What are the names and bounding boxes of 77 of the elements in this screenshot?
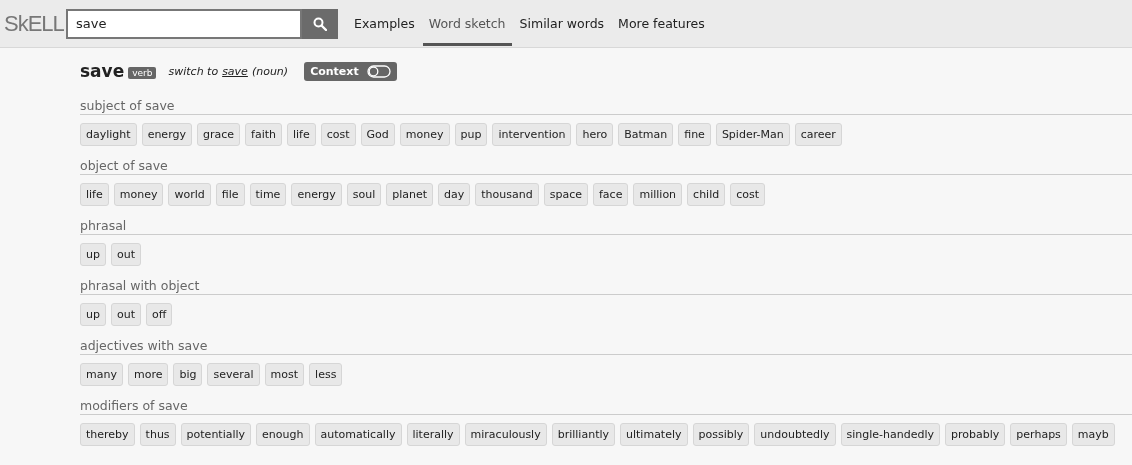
word-chip[interactable]: most <box>264 363 305 386</box>
word-chip[interactable]: potentially <box>180 423 252 446</box>
word-chip[interactable]: money <box>113 183 164 206</box>
word-chip[interactable]: enough <box>256 423 310 446</box>
nav-tab[interactable]: Similar words <box>513 1 611 46</box>
part-of-speech-text: (noun) <box>251 64 289 78</box>
word-chip[interactable]: cost <box>730 183 766 206</box>
word-chip[interactable]: ultimately <box>620 423 688 446</box>
word-chip[interactable]: face <box>593 183 629 206</box>
search-icon <box>313 16 327 31</box>
nav-tab[interactable]: Word sketch <box>422 1 512 46</box>
section-heading: subject of save <box>80 96 1132 115</box>
switch-text: switch to <box>168 64 219 78</box>
word-chip[interactable]: fine <box>678 123 711 146</box>
word-chip[interactable]: undoubtedly <box>754 423 836 446</box>
word-chip[interactable]: possibly <box>692 423 750 446</box>
word-chip[interactable]: soul <box>346 183 382 206</box>
word-chip[interactable]: literally <box>406 423 460 446</box>
word-chip[interactable]: single-handedly <box>840 423 941 446</box>
word-chip[interactable]: life <box>80 183 109 206</box>
word-chip[interactable]: career <box>794 123 842 146</box>
switch-link[interactable]: save <box>222 64 248 78</box>
word-chip[interactable]: probably <box>945 423 1006 446</box>
section-heading: phrasal with object <box>80 276 1132 295</box>
word-chip[interactable]: thus <box>139 423 176 446</box>
word-chip[interactable]: planet <box>386 183 434 206</box>
context-toggle[interactable]: Context <box>304 61 397 81</box>
word-chip[interactable]: Batman <box>618 123 674 146</box>
word-chip[interactable]: big <box>173 363 203 386</box>
word-chip[interactable]: thousand <box>475 183 539 206</box>
search-field[interactable]: save <box>66 8 302 39</box>
word-chip[interactable]: several <box>207 363 260 386</box>
word-chip[interactable]: pup <box>454 123 488 146</box>
word-chip[interactable]: cost <box>320 123 356 146</box>
word-chip[interactable]: space <box>543 183 588 206</box>
word-chip[interactable]: energy <box>291 183 342 206</box>
word-chip[interactable]: automatically <box>314 423 402 446</box>
word-chip[interactable]: money <box>399 123 450 146</box>
section-heading: phrasal <box>80 216 1132 235</box>
word-chip[interactable]: million <box>633 183 683 206</box>
word-chip[interactable]: thereby <box>80 423 135 446</box>
word-chip[interactable]: many <box>80 363 123 386</box>
word-chip[interactable]: miraculously <box>464 423 547 446</box>
word-chip[interactable]: out <box>110 303 141 326</box>
nav-tab[interactable]: Examples <box>348 1 421 46</box>
word-chip[interactable]: out <box>110 243 141 266</box>
pos-badge: verb <box>128 66 157 79</box>
word-chip[interactable]: Spider-Man <box>715 123 790 146</box>
word-chip[interactable]: time <box>249 183 287 206</box>
word-chip[interactable]: off <box>146 303 173 326</box>
word-chip[interactable]: world <box>168 183 211 206</box>
word-chip[interactable]: less <box>309 363 343 386</box>
word-chip[interactable]: day <box>438 183 471 206</box>
headword: save <box>80 61 125 81</box>
word-chip[interactable]: brilliantly <box>551 423 615 446</box>
logo[interactable]: SkELL <box>4 10 66 37</box>
nav-tab[interactable]: More features <box>612 1 711 46</box>
word-chip[interactable]: hero <box>576 123 614 146</box>
word-chip[interactable]: intervention <box>492 123 572 146</box>
word-chip[interactable]: file <box>215 183 245 206</box>
word-chip[interactable]: grace <box>196 123 240 146</box>
word-chip[interactable]: up <box>80 243 106 266</box>
word-chip[interactable]: energy <box>141 123 192 146</box>
word-chip[interactable]: perhaps <box>1010 423 1067 446</box>
word-chip[interactable]: God <box>360 123 395 146</box>
word-chip[interactable]: child <box>687 183 726 206</box>
section-heading: adjectives with save <box>80 336 1132 355</box>
search-button[interactable] <box>302 8 338 39</box>
word-chip[interactable]: mayb <box>1071 423 1115 446</box>
toggle-icon <box>366 64 391 78</box>
section-heading: object of save <box>80 156 1132 175</box>
word-chip[interactable]: daylight <box>80 123 137 146</box>
word-chip[interactable]: faith <box>245 123 282 146</box>
word-chip[interactable]: more <box>127 363 169 386</box>
word-chip[interactable]: life <box>287 123 316 146</box>
section-heading: modifiers of save <box>80 396 1132 415</box>
word-chip[interactable]: up <box>80 303 106 326</box>
